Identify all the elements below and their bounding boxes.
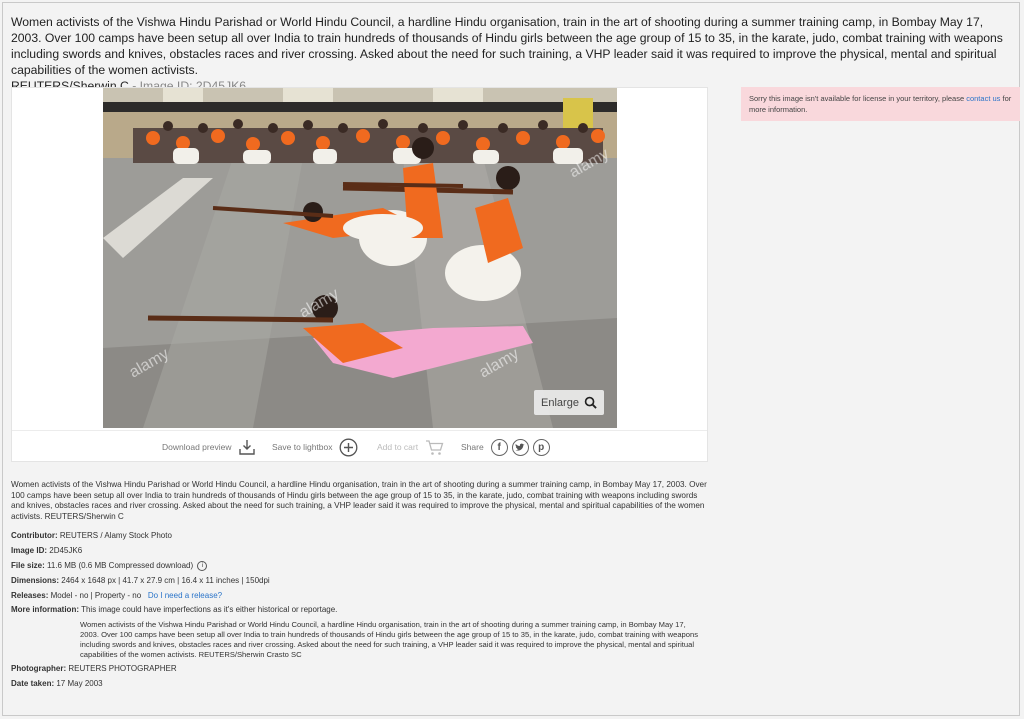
meta-more-info-text: Women activists of the Vishwa Hindu Pari… [80,620,699,659]
enlarge-label: Enlarge [541,396,579,409]
meta-photographer-value: REUTERS PHOTOGRAPHER [68,664,177,673]
image-actions-bar: Download preview Save to lightbox Add to… [12,430,707,463]
meta-more-info-label: More information: [11,605,79,614]
meta-file-size-value: 11.6 MB (0.6 MB Compressed download) [47,561,194,571]
download-icon [239,440,256,455]
save-to-lightbox-button[interactable]: Save to lightbox [272,437,358,457]
image-headline: Women activists of the Vishwa Hindu Pari… [11,14,1016,94]
add-to-cart-label: Add to cart [377,442,419,452]
search-icon [584,396,597,409]
meta-date-taken: Date taken: 17 May 2003 [11,679,711,688]
meta-contributor: Contributor: REUTERS / Alamy Stock Photo [11,531,711,540]
download-preview-label: Download preview [162,442,232,452]
save-to-lightbox-label: Save to lightbox [272,442,333,452]
meta-photographer-label: Photographer: [11,664,67,673]
meta-contributor-label: Contributor: [11,531,58,540]
release-help-link[interactable]: Do I need a release? [148,591,222,600]
meta-contributor-value: REUTERS / Alamy Stock Photo [59,531,172,540]
meta-dimensions: Dimensions: 2464 x 1648 px | 41.7 x 27.9… [11,576,711,585]
download-preview-button[interactable]: Download preview [162,437,256,457]
meta-more-info-value: This image could have imperfections as i… [81,605,338,614]
meta-dimensions-value: 2464 x 1648 px | 41.7 x 27.9 cm | 16.4 x… [61,576,270,585]
license-notice: Sorry this image isn't available for lic… [741,87,1020,121]
plus-circle-icon [340,438,358,456]
cart-icon [426,439,444,455]
enlarge-button[interactable]: Enlarge [534,390,604,415]
license-notice-text: Sorry this image isn't available for lic… [749,94,967,103]
image-viewer: alamy alamy alamy alamy Enlarge Download… [11,87,708,462]
twitter-icon[interactable] [511,438,529,456]
info-icon[interactable]: i [197,561,208,571]
contact-us-link[interactable]: contact us [966,94,1000,103]
meta-file-size: File size: 11.6 MB (0.6 MB Compressed do… [11,561,711,571]
meta-image-id-label: Image ID: [11,546,48,555]
meta-file-size-label: File size: [11,561,45,571]
photo-illustration: alamy alamy alamy alamy [103,88,617,428]
share-group: Share f p [461,437,550,457]
facebook-icon[interactable]: f [490,438,508,456]
image-caption: Women activists of the Vishwa Hindu Pari… [11,480,707,521]
headline-text: Women activists of the Vishwa Hindu Pari… [11,15,1003,77]
meta-more-info: More information: This image could have … [11,605,711,614]
meta-photographer: Photographer: REUTERS PHOTOGRAPHER [11,664,711,673]
meta-releases: Releases: Model - no | Property - no Do … [11,591,711,600]
meta-image-id: Image ID: 2D45JK6 [11,546,711,555]
add-to-cart-button[interactable]: Add to cart [377,437,444,457]
share-label: Share [461,442,484,452]
meta-dimensions-label: Dimensions: [11,576,60,585]
meta-releases-label: Releases: [11,591,49,600]
meta-date-taken-value: 17 May 2003 [56,679,103,688]
meta-date-taken-label: Date taken: [11,679,55,688]
main-photo[interactable]: alamy alamy alamy alamy Enlarge [103,88,617,428]
pinterest-icon[interactable]: p [532,438,550,456]
meta-image-id-value: 2D45JK6 [49,546,83,555]
meta-releases-value: Model - no | Property - no [50,591,142,600]
